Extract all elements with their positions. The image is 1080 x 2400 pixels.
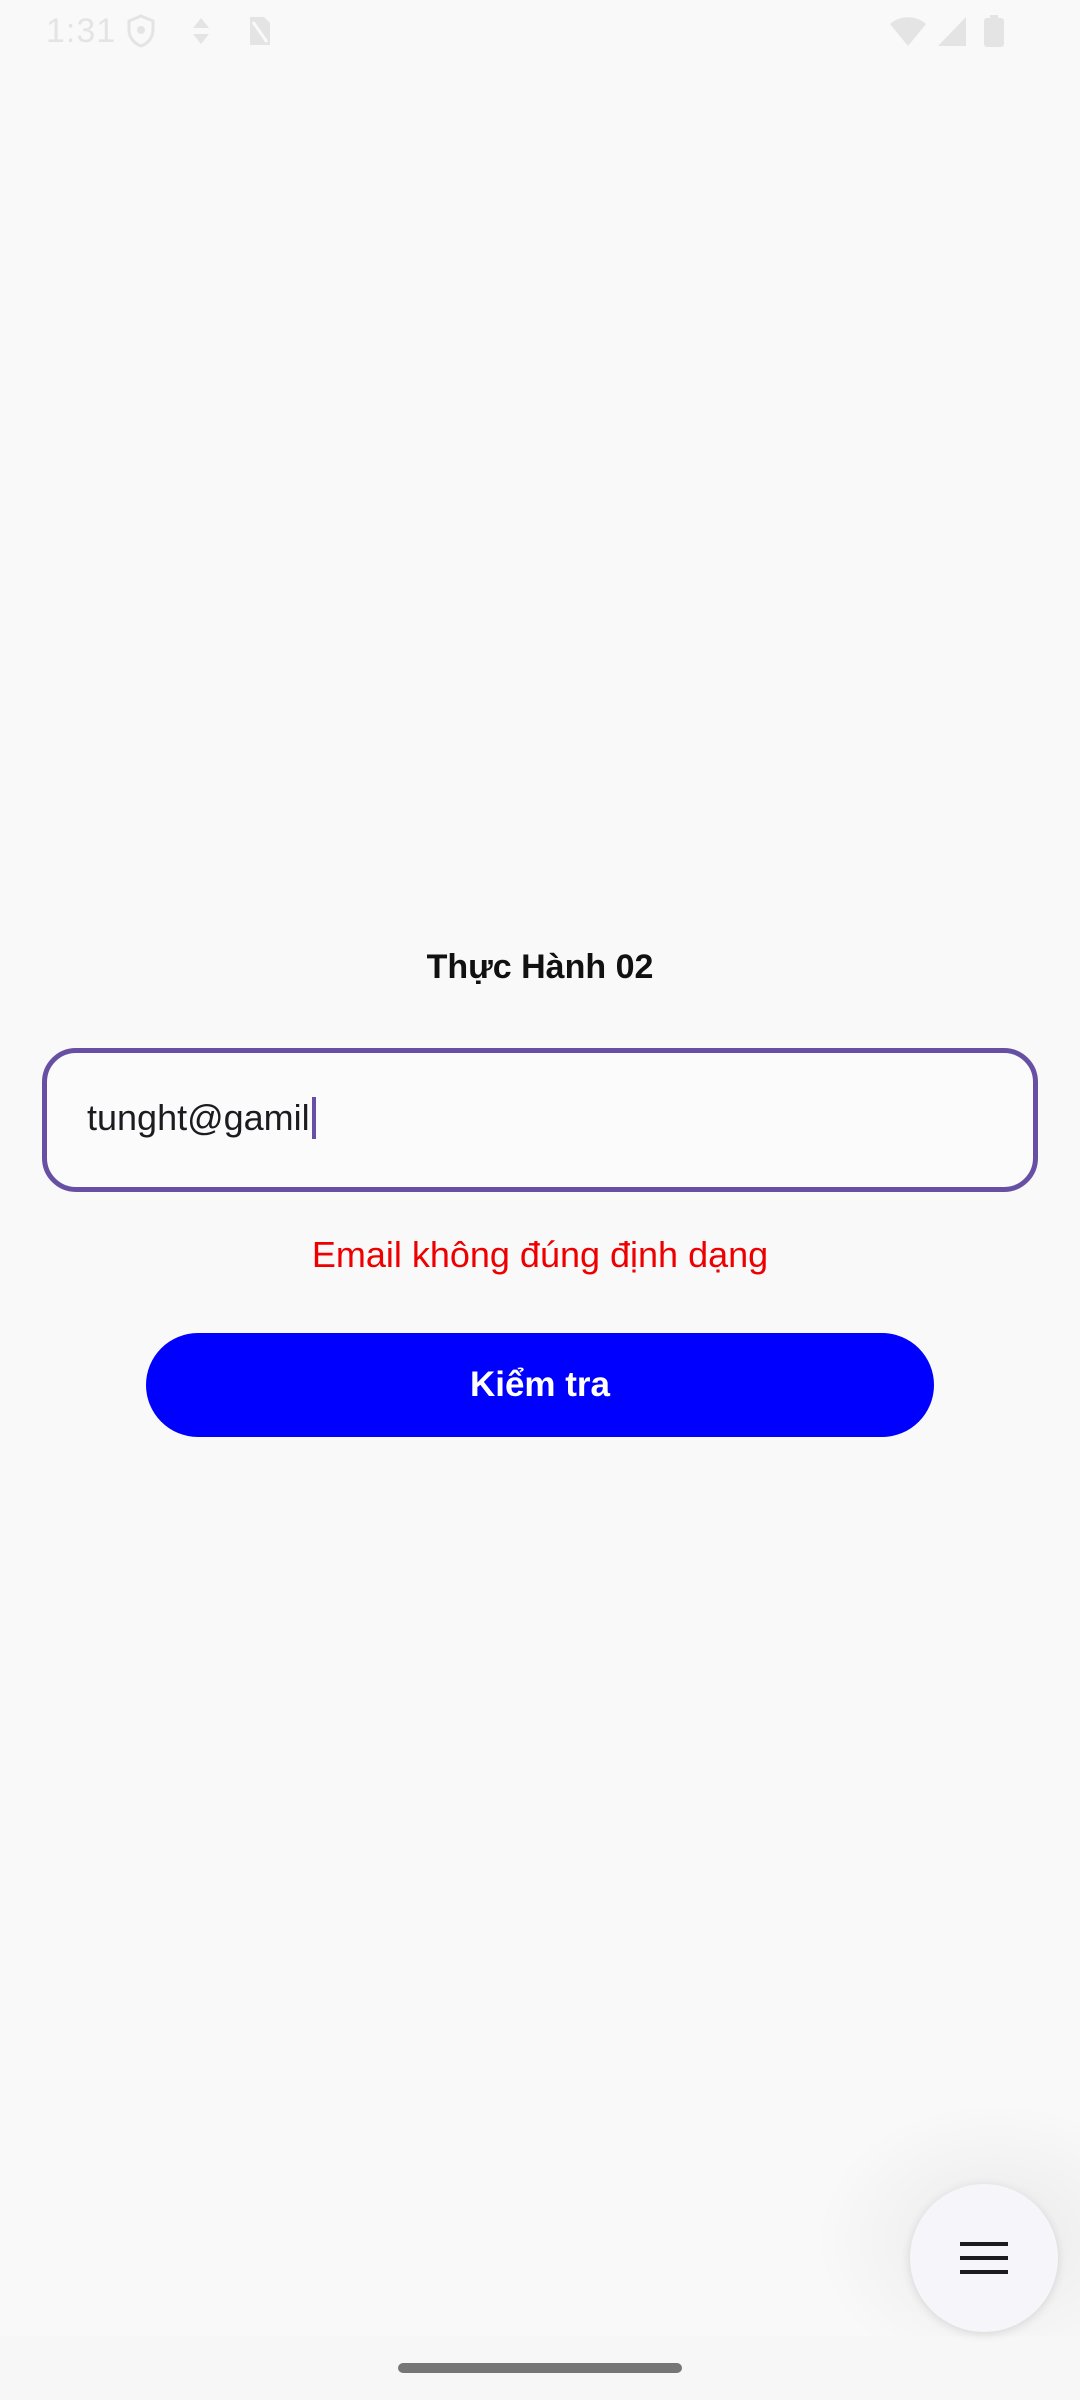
battery-icon	[984, 15, 1004, 47]
email-field-value[interactable]: tunght@gamil	[87, 1097, 310, 1139]
text-cursor	[311, 1097, 316, 1139]
shield-icon	[127, 14, 155, 48]
gesture-handle[interactable]	[398, 2363, 682, 2373]
wifi-icon	[890, 17, 926, 46]
menu-fab[interactable]	[910, 2184, 1058, 2332]
email-field[interactable]: tunght@gamil	[42, 1048, 1038, 1192]
email-field-content[interactable]: tunght@gamil	[87, 1097, 316, 1139]
status-time: 1:31	[46, 12, 117, 50]
signal-icon	[938, 17, 966, 46]
page-title: Thực Hành 02	[426, 948, 654, 986]
check-button[interactable]: Kiểm tra	[146, 1333, 934, 1437]
menu-icon	[960, 2242, 1008, 2274]
status-bar: 1:31	[0, 0, 1080, 62]
error-message: Email không đúng định dạng	[311, 1234, 769, 1275]
no-sim-icon	[250, 17, 270, 45]
data-saver-icon	[193, 18, 209, 44]
